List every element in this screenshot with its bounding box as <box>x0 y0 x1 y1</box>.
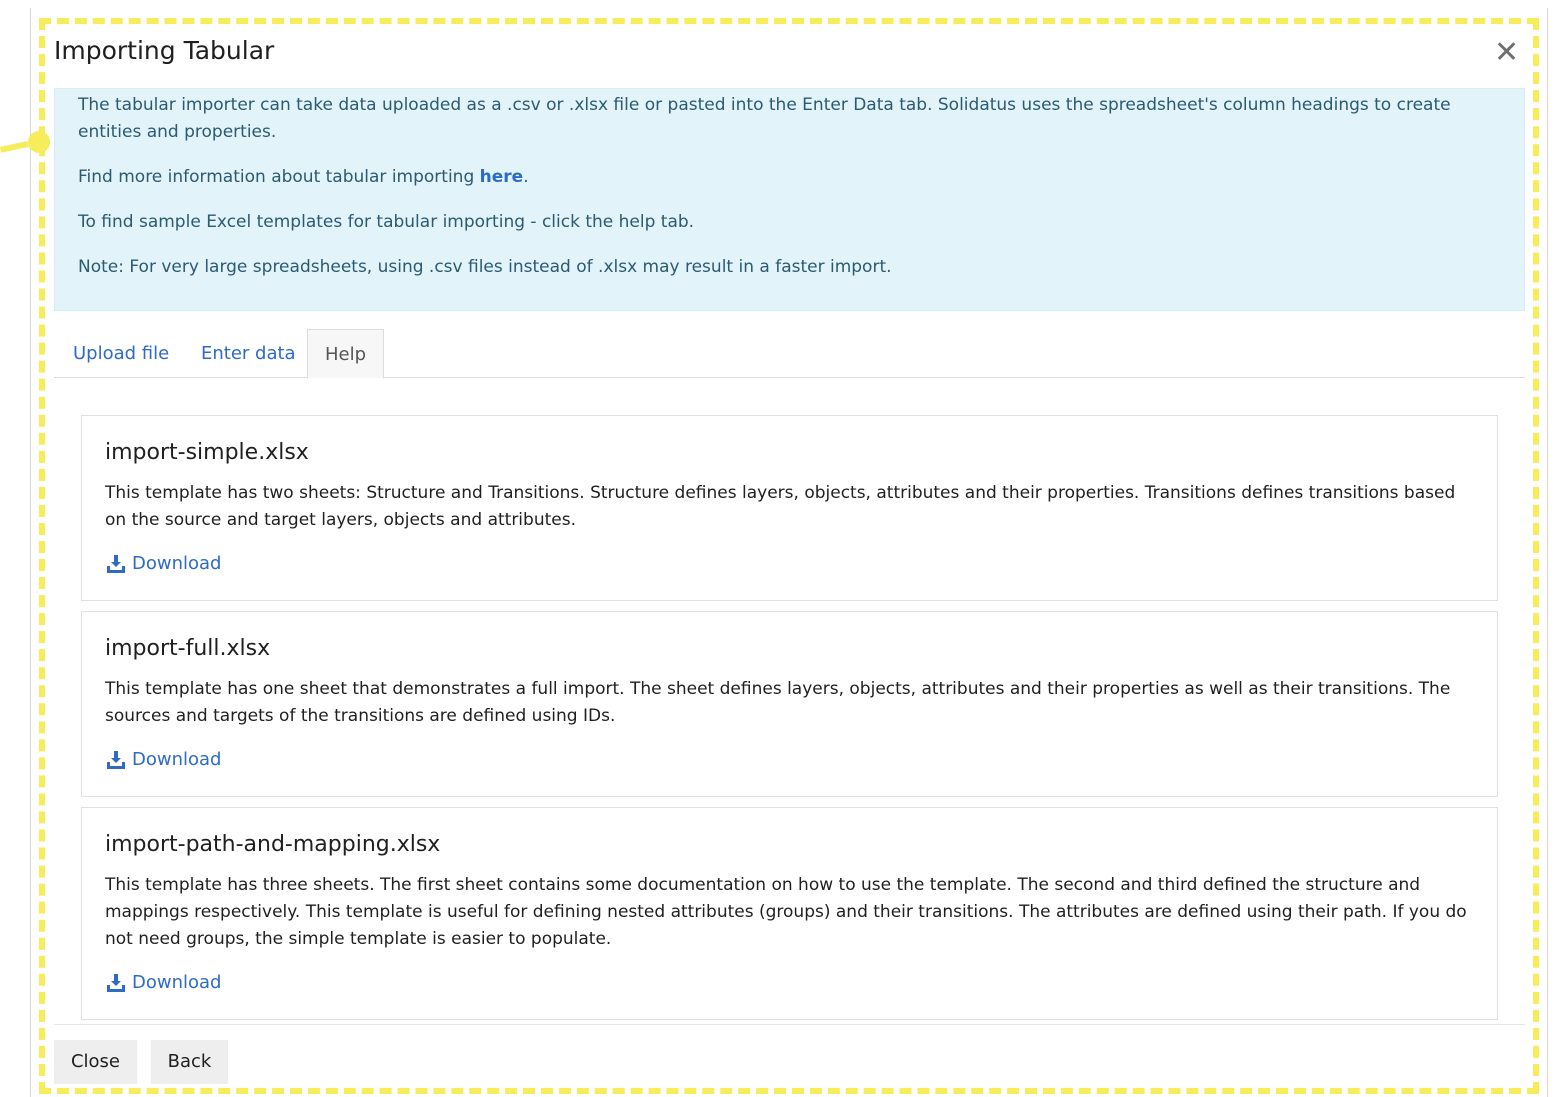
info-alert: The tabular importer can take data uploa… <box>54 88 1525 311</box>
download-link[interactable]: Download <box>106 749 221 770</box>
download-label: Download <box>132 553 222 574</box>
close-icon[interactable]: ✕ <box>1494 35 1519 70</box>
download-icon <box>107 554 125 573</box>
template-title: import-path-and-mapping.xlsx <box>105 832 441 857</box>
tab-help[interactable]: Help <box>307 329 384 379</box>
help-link[interactable]: here <box>480 167 524 187</box>
download-label: Download <box>132 749 222 770</box>
template-card: import-full.xlsx This template has one s… <box>81 611 1498 797</box>
template-description: This template has two sheets: Structure … <box>105 483 1456 530</box>
annotation-pointer-line <box>0 141 29 153</box>
tab-enter-data[interactable]: Enter data <box>201 329 296 378</box>
back-button[interactable]: Back <box>151 1040 228 1084</box>
download-icon <box>107 973 125 992</box>
screen: Importing Tabular ✕ The tabular importer… <box>0 0 1562 1097</box>
template-title: import-simple.xlsx <box>105 440 309 465</box>
dialog-title: Importing Tabular <box>54 36 275 65</box>
download-link[interactable]: Download <box>106 553 221 574</box>
info-paragraph-1: The tabular importer can take data uploa… <box>78 95 1451 142</box>
download-link[interactable]: Download <box>106 972 221 993</box>
info-paragraph-2-prefix: Find more information about tabular impo… <box>78 167 480 187</box>
info-paragraph-3: To find sample Excel templates for tabul… <box>78 212 695 232</box>
close-button[interactable]: Close <box>54 1040 137 1084</box>
template-title: import-full.xlsx <box>105 636 271 661</box>
template-description: This template has one sheet that demonst… <box>105 679 1451 726</box>
info-paragraph-2: Find more information about tabular impo… <box>78 164 529 191</box>
footer-divider <box>54 1024 1525 1025</box>
template-card: import-path-and-mapping.xlsx This templa… <box>81 807 1498 1020</box>
info-paragraph-2-suffix: . <box>523 167 529 187</box>
import-tabs: Upload file Enter data Help <box>54 329 1525 379</box>
download-label: Download <box>132 972 222 993</box>
info-paragraph-4: Note: For very large spreadsheets, using… <box>78 257 892 277</box>
template-card: import-simple.xlsx This template has two… <box>81 415 1498 601</box>
tab-upload-file[interactable]: Upload file <box>73 329 169 378</box>
download-icon <box>107 750 125 769</box>
template-description: This template has three sheets. The firs… <box>105 875 1467 949</box>
annotation-pointer-dot <box>28 131 50 153</box>
